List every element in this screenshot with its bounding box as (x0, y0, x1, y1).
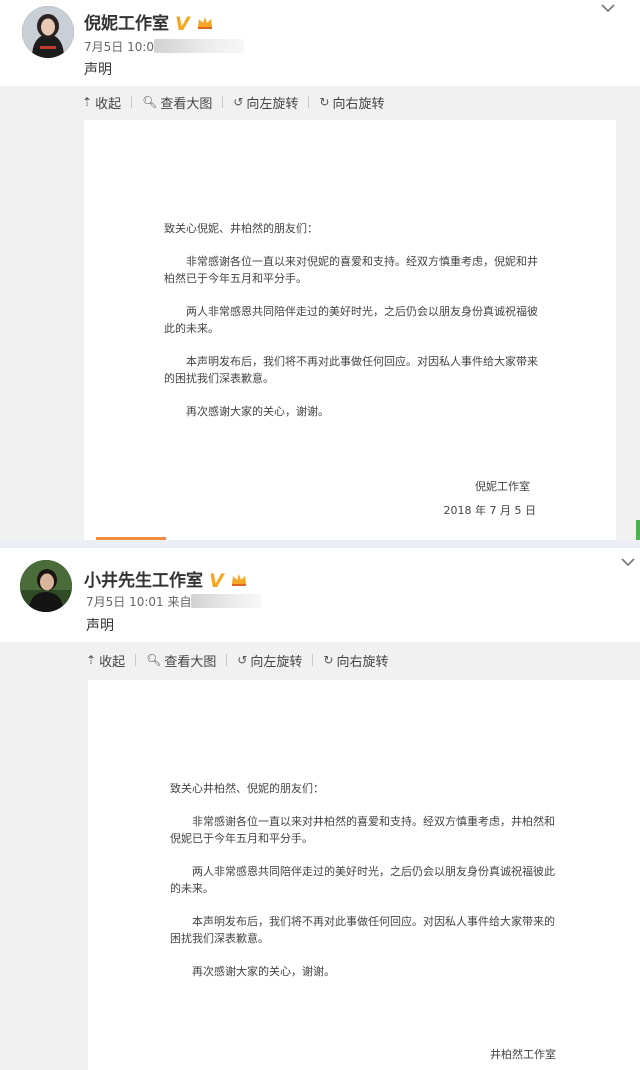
letter-paragraph: 本声明发布后，我们将不再对此事做任何回应。对因私人事件给大家带来的困扰我们深表歉… (164, 355, 538, 386)
avatar[interactable] (20, 560, 72, 612)
rotate-right-button[interactable]: ↻ 向右旋转 (323, 651, 388, 670)
rotate-left-button[interactable]: ↺ 向左旋转 (233, 93, 298, 112)
letter-greeting: 致关心井柏然、倪妮的朋友们： (170, 782, 324, 795)
verified-v-icon: V (209, 570, 224, 592)
post-text: 声明 (84, 62, 112, 78)
statement-image[interactable]: 致关心井柏然、倪妮的朋友们： 非常感谢各位一直以来对井柏然的喜爱和支持。经双方慎… (88, 680, 640, 1070)
letter-paragraph: 再次感谢大家的关心，谢谢。 (192, 965, 335, 979)
rotate-left-icon: ↺ (233, 95, 244, 109)
divider (312, 654, 314, 666)
letter-paragraph: 两人非常感恩共同陪伴走过的美好时光，之后仍会以朋友身份真诚祝福彼此的未来。 (164, 305, 538, 336)
statement-letter: 致关心井柏然、倪妮的朋友们： 非常感谢各位一直以来对井柏然的喜爱和支持。经双方慎… (170, 780, 562, 996)
image-toolbar: ⇡ 收起 🔍︎ 查看大图 ↺ 向左旋转 ↻ 向右旋转 (82, 90, 384, 114)
author-name[interactable]: 小井先生工作室 V (84, 566, 248, 592)
divider (222, 96, 224, 108)
chevron-down-icon[interactable] (620, 556, 636, 572)
scroll-indicator (96, 537, 166, 540)
verified-v-icon: V (175, 13, 190, 35)
collapse-icon: ⇡ (86, 653, 97, 667)
divider (308, 96, 310, 108)
media-panel: ⇡ 收起 🔍︎ 查看大图 ↺ 向左旋转 ↻ 向右旋转 致关心井柏然、倪妮的朋友们： 非常… (0, 642, 640, 1070)
rotate-left-button[interactable]: ↺ 向左旋转 (237, 651, 302, 670)
letter-paragraph: 非常感谢各位一直以来对井柏然的喜爱和支持。经双方慎重考虑，井柏然和倪妮已于今年五… (170, 815, 555, 846)
letter-paragraph: 非常感谢各位一直以来对倪妮的喜爱和支持。经双方慎重考虑，倪妮和井柏然已于今年五月… (164, 255, 538, 286)
post-time[interactable]: 7月5日 10:01 来自 (86, 593, 262, 610)
letter-signature: 倪妮工作室 (475, 480, 530, 493)
post-text: 声明 (86, 618, 114, 634)
letter-paragraph: 再次感谢大家的关心，谢谢。 (186, 405, 329, 419)
rotate-right-icon: ↻ (323, 653, 334, 667)
collapse-button[interactable]: ⇡ 收起 (82, 93, 121, 112)
letter-paragraph: 两人非常感恩共同陪伴走过的美好时光，之后仍会以朋友身份真诚祝福彼此的未来。 (170, 865, 555, 896)
blurred-source (154, 39, 245, 53)
author-name[interactable]: 倪妮工作室 V (84, 9, 214, 35)
rotate-right-button[interactable]: ↻ 向右旋转 (319, 93, 384, 112)
collapse-button[interactable]: ⇡ 收起 (86, 651, 125, 670)
avatar[interactable] (22, 6, 74, 58)
letter-greeting: 致关心倪妮、井柏然的朋友们： (164, 222, 318, 235)
divider (135, 654, 137, 666)
view-large-button[interactable]: 🔍︎ 查看大图 (146, 651, 216, 670)
search-icon: 🔍︎ (146, 653, 162, 667)
page-edge-accent (636, 520, 640, 540)
weibo-post-1: 倪妮工作室 V 7月5日 10:0 声明 ⇡ 收起 🔍︎ 查看大图 ↺ 向左旋转 ↻ 向右… (0, 0, 640, 540)
blurred-source (191, 594, 262, 608)
post-time[interactable]: 7月5日 10:0 (84, 38, 245, 55)
divider (226, 654, 228, 666)
view-large-button[interactable]: 🔍︎ 查看大图 (142, 93, 212, 112)
image-toolbar: ⇡ 收起 🔍︎ 查看大图 ↺ 向左旋转 ↻ 向右旋转 (86, 648, 388, 672)
chevron-down-icon[interactable] (600, 2, 616, 18)
letter-date: 2018 年 7 月 5 日 (443, 504, 536, 517)
media-panel: ⇡ 收起 🔍︎ 查看大图 ↺ 向左旋转 ↻ 向右旋转 致关心倪妮、井柏然的朋友们： 非常… (0, 86, 640, 540)
weibo-post-2: 小井先生工作室 V 7月5日 10:01 来自 声明 ⇡ 收起 🔍︎ 查看大图 ↺ 向左… (0, 548, 640, 1070)
statement-letter: 致关心倪妮、井柏然的朋友们： 非常感谢各位一直以来对倪妮的喜爱和支持。经双方慎重… (164, 220, 544, 436)
rotate-right-icon: ↻ (319, 95, 330, 109)
member-crown-icon (197, 17, 212, 29)
rotate-left-icon: ↺ (237, 653, 248, 667)
letter-signature: 井柏然工作室 (490, 1048, 556, 1061)
search-icon: 🔍︎ (142, 95, 158, 109)
statement-image[interactable]: 致关心倪妮、井柏然的朋友们： 非常感谢各位一直以来对倪妮的喜爱和支持。经双方慎重… (84, 120, 616, 540)
divider (131, 96, 133, 108)
member-crown-icon (231, 574, 246, 586)
letter-paragraph: 本声明发布后，我们将不再对此事做任何回应。对因私人事件给大家带来的困扰我们深表歉… (170, 915, 555, 946)
collapse-icon: ⇡ (82, 95, 93, 109)
